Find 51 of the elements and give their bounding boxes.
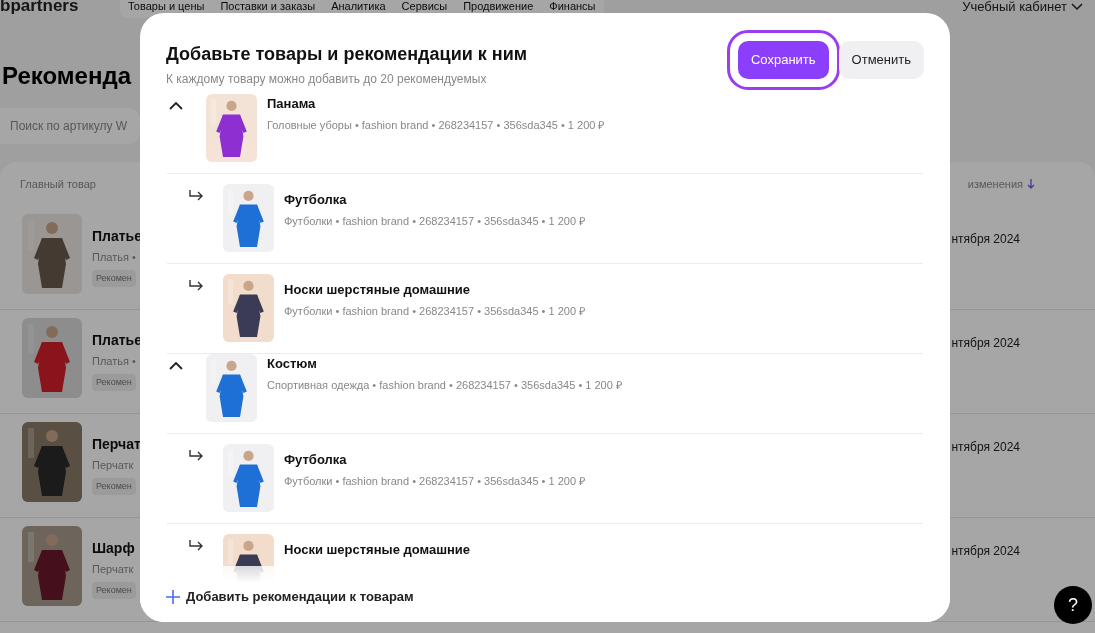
product-details: Головные уборы • fashion brand • 268234157 • 356sda345 • 1 200 ₽	[267, 118, 605, 133]
nav-link[interactable]: Финансы	[549, 1, 596, 12]
product-name: Футболка	[284, 190, 348, 209]
product-details: Футболки • fashion brand • 268234157 • 356sda345 • 1 200 ₽	[284, 304, 586, 319]
nav-link[interactable]: Товары и цены	[128, 1, 205, 12]
cancel-button[interactable]: Отменить	[838, 41, 924, 79]
page-title: Рекоменда	[1, 64, 131, 88]
product-name: Платье	[92, 227, 143, 246]
collapse-toggle[interactable]	[167, 359, 185, 372]
collapse-toggle[interactable]	[167, 99, 185, 112]
product-name: Шарф	[92, 539, 136, 558]
product-name: Костюм	[267, 354, 318, 373]
reply-arrow-icon	[189, 449, 204, 462]
reply-arrow-icon	[189, 279, 204, 292]
chevron-down-icon	[1071, 2, 1083, 11]
add-recommendations-button[interactable]: Добавить рекомендации к товарам	[166, 587, 414, 607]
plus-icon	[166, 590, 180, 604]
product-name: Носки шерстяные домашние	[284, 280, 472, 299]
product-name: Панама	[267, 94, 317, 113]
product-name: Платье	[92, 331, 143, 350]
date-text: нтября 2024	[951, 543, 1020, 560]
account-menu[interactable]: Учебный кабинет	[962, 0, 1083, 13]
date-text: нтября 2024	[951, 439, 1020, 456]
recommendation-tag: Рекомен	[92, 269, 136, 287]
sort-arrow-icon	[1027, 179, 1035, 189]
product-details: Футболки • fashion brand • 268234157 • 356sda345 • 1 200 ₽	[284, 214, 586, 229]
nav-link[interactable]: Поставки и заказы	[220, 1, 316, 12]
product-details: Футболки • fashion brand • 268234157 • 356sda345 • 1 200 ₽	[284, 474, 586, 489]
product-category: Платья •	[92, 250, 137, 265]
product-category: Платья •	[92, 354, 137, 369]
nav-link[interactable]: Продвижение	[463, 1, 534, 12]
product-name: Футболка	[284, 450, 348, 469]
date-text: нтября 2024	[951, 231, 1020, 248]
chevron-icon	[168, 360, 184, 371]
nav-link[interactable]: Аналитика	[331, 1, 386, 12]
modal-subtitle: К каждому товару можно добавить до 20 рекомендуемых	[166, 70, 488, 88]
date-text: нтября 2024	[951, 335, 1020, 352]
product-details: Спортивная одежда • fashion brand • 268234157 • 356sda345 • 1 200 ₽	[267, 378, 622, 393]
modal-title: Добавьте товары и рекомендации к ним	[166, 43, 529, 66]
recommendation-tag: Рекомен	[92, 581, 136, 599]
recommendation-tag: Рекомен	[92, 477, 136, 495]
chevron-icon	[168, 100, 184, 111]
reply-arrow-icon	[189, 539, 204, 552]
product-name: Перчат	[92, 435, 142, 454]
column-header: Главный товар	[20, 176, 97, 192]
product-category: Перчатк	[92, 562, 135, 577]
product-name: Носки шерстяные домашние	[284, 540, 471, 559]
reply-arrow-icon	[189, 189, 204, 202]
nav-link[interactable]: Сервисы	[401, 1, 448, 12]
product-category: Перчатк	[92, 458, 135, 473]
recommendation-tag: Рекомен	[92, 373, 136, 391]
